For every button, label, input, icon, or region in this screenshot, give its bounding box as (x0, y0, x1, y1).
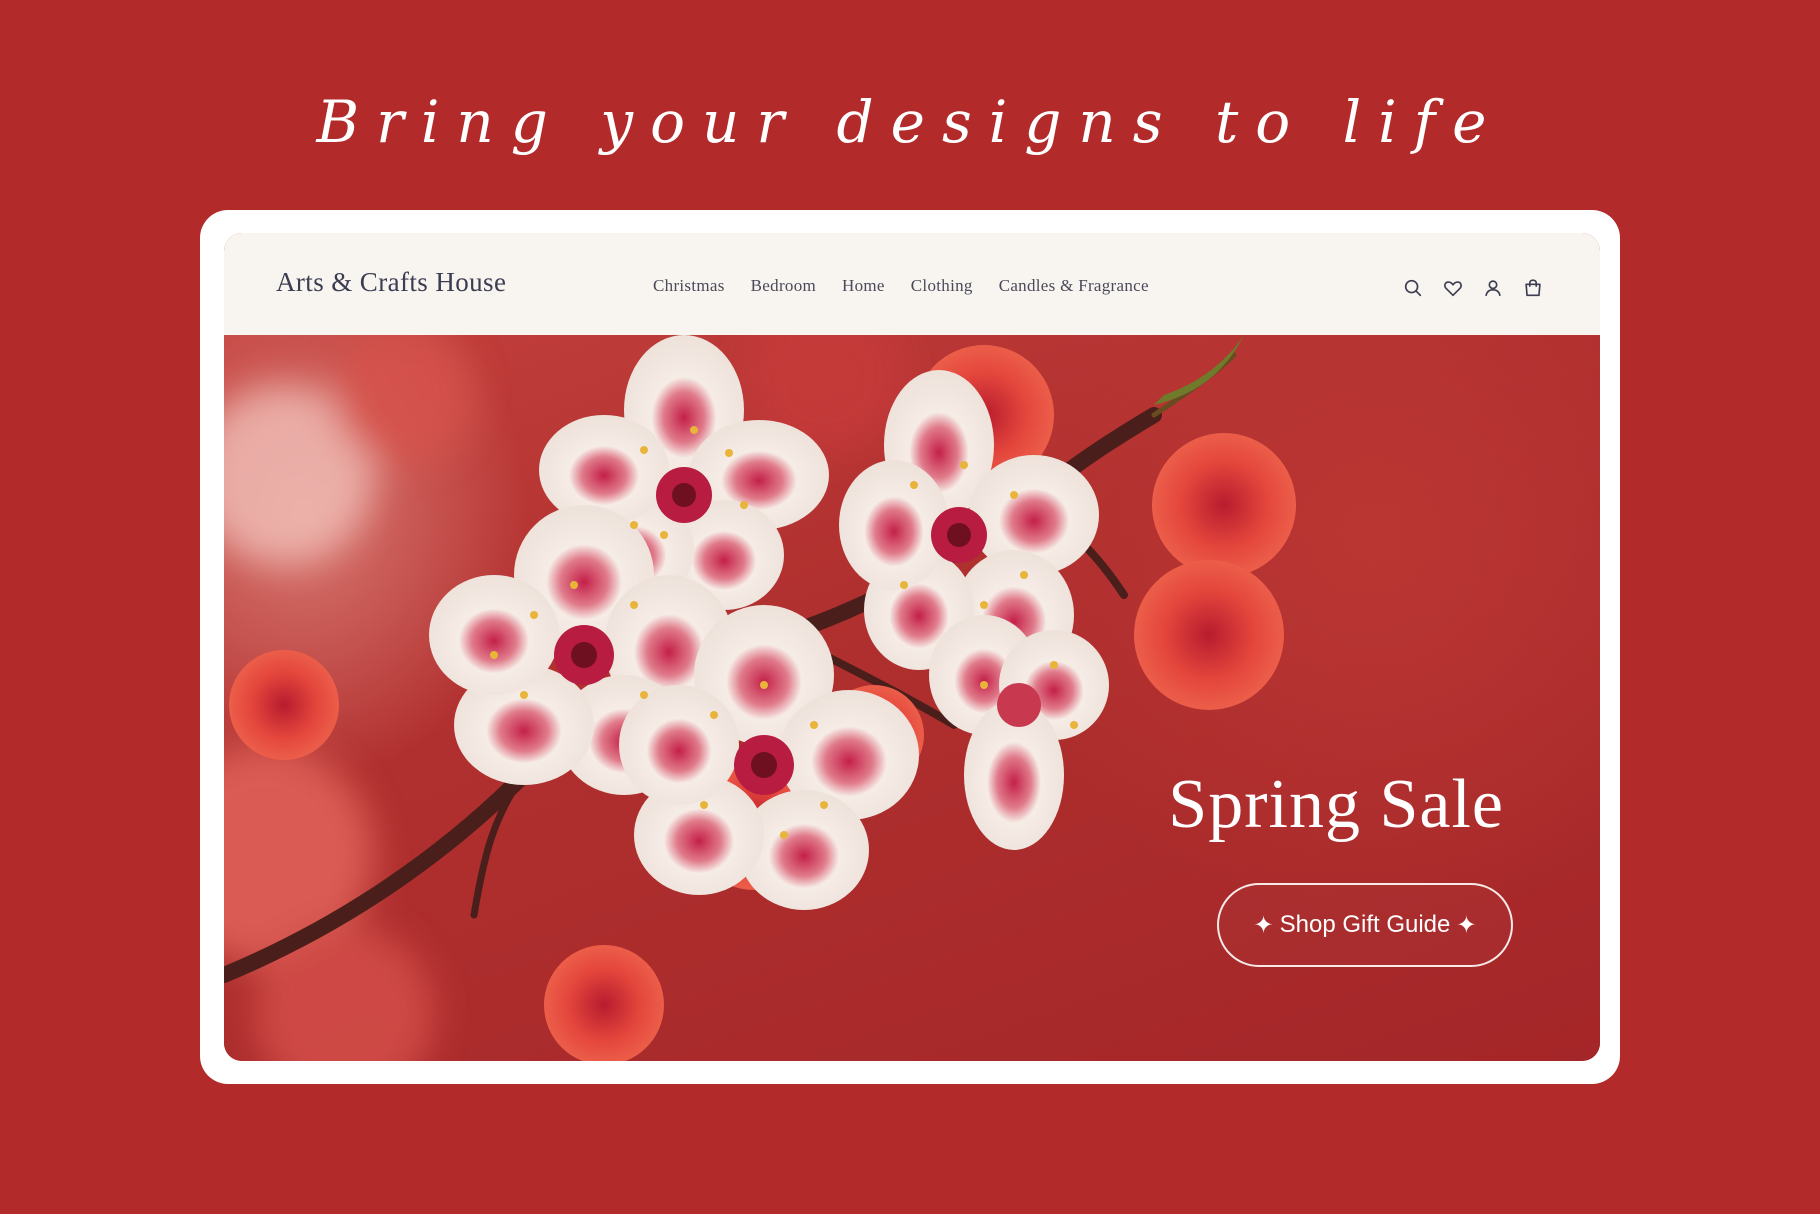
sparkle-icon: ✦ (1456, 911, 1477, 939)
main-nav: Christmas Bedroom Home Clothing Candles … (653, 276, 1149, 296)
brand-logo[interactable]: Arts & Crafts House (276, 267, 506, 298)
account-icon[interactable] (1482, 277, 1504, 299)
nav-link-candles-fragrance[interactable]: Candles & Fragrance (999, 276, 1149, 296)
heart-icon[interactable] (1442, 277, 1464, 299)
nav-link-clothing[interactable]: Clothing (911, 276, 973, 296)
site-header: Arts & Crafts House Christmas Bedroom Ho… (224, 233, 1600, 335)
shop-gift-guide-button[interactable]: ✦ Shop Gift Guide ✦ (1217, 883, 1513, 967)
sparkle-icon: ✦ (1253, 911, 1274, 939)
website-preview: Arts & Crafts House Christmas Bedroom Ho… (224, 233, 1600, 1061)
nav-link-christmas[interactable]: Christmas (653, 276, 725, 296)
browser-frame: Arts & Crafts House Christmas Bedroom Ho… (200, 210, 1620, 1084)
hero-banner: Spring Sale ✦ Shop Gift Guide ✦ (224, 335, 1600, 1061)
nav-link-bedroom[interactable]: Bedroom (751, 276, 816, 296)
hero-headline: Spring Sale (1168, 766, 1504, 843)
cta-label: Shop Gift Guide (1279, 911, 1451, 938)
shopping-bag-icon[interactable] (1522, 277, 1544, 299)
header-actions (1402, 277, 1544, 299)
nav-link-home[interactable]: Home (842, 276, 885, 296)
tagline: Bring your designs to life (316, 88, 1504, 156)
search-icon[interactable] (1402, 277, 1424, 299)
